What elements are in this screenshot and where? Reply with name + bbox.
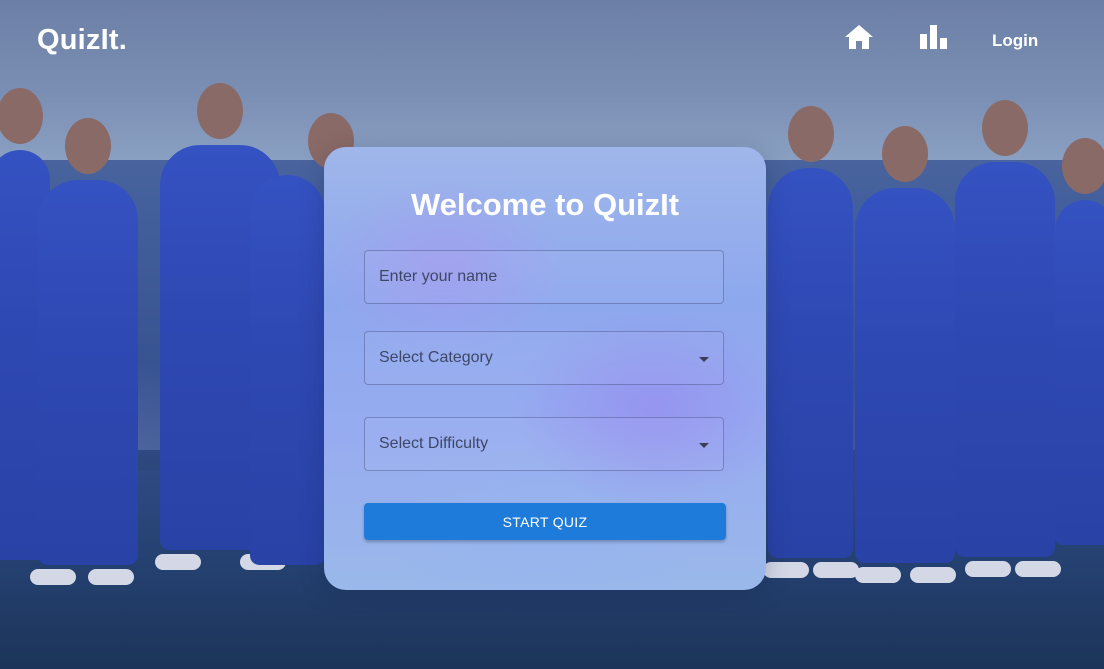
home-icon[interactable] (843, 22, 875, 52)
bar-chart-icon[interactable] (918, 22, 950, 52)
player-figure (855, 126, 956, 583)
player-figure (763, 106, 859, 578)
player-figure (250, 113, 354, 565)
category-select[interactable]: Select Category (364, 331, 724, 385)
home-icon-glyph (845, 25, 873, 49)
card-title: Welcome to QuizIt (410, 187, 680, 222)
caret-down-icon (699, 357, 709, 362)
player-figure (1055, 138, 1104, 545)
difficulty-select-value: Select Difficulty (379, 435, 489, 452)
welcome-card: Welcome to QuizIt Select Category Select… (324, 147, 766, 590)
difficulty-select[interactable]: Select Difficulty (364, 417, 724, 471)
login-link[interactable]: Login (992, 31, 1038, 51)
player-figure (955, 100, 1061, 577)
quiz-home-page: QuizIt. Login Welcome to QuizIt Select C… (0, 0, 1104, 669)
category-select-value: Select Category (379, 349, 493, 366)
bar-chart-icon-glyph (920, 25, 947, 49)
top-nav-bar: QuizIt. Login (0, 0, 1104, 82)
start-quiz-button[interactable]: START QUIZ (364, 503, 726, 540)
app-logo[interactable]: QuizIt. (37, 24, 127, 57)
caret-down-icon (699, 443, 709, 448)
name-field[interactable] (364, 250, 724, 304)
player-figure (30, 118, 138, 585)
name-input[interactable] (365, 251, 723, 303)
